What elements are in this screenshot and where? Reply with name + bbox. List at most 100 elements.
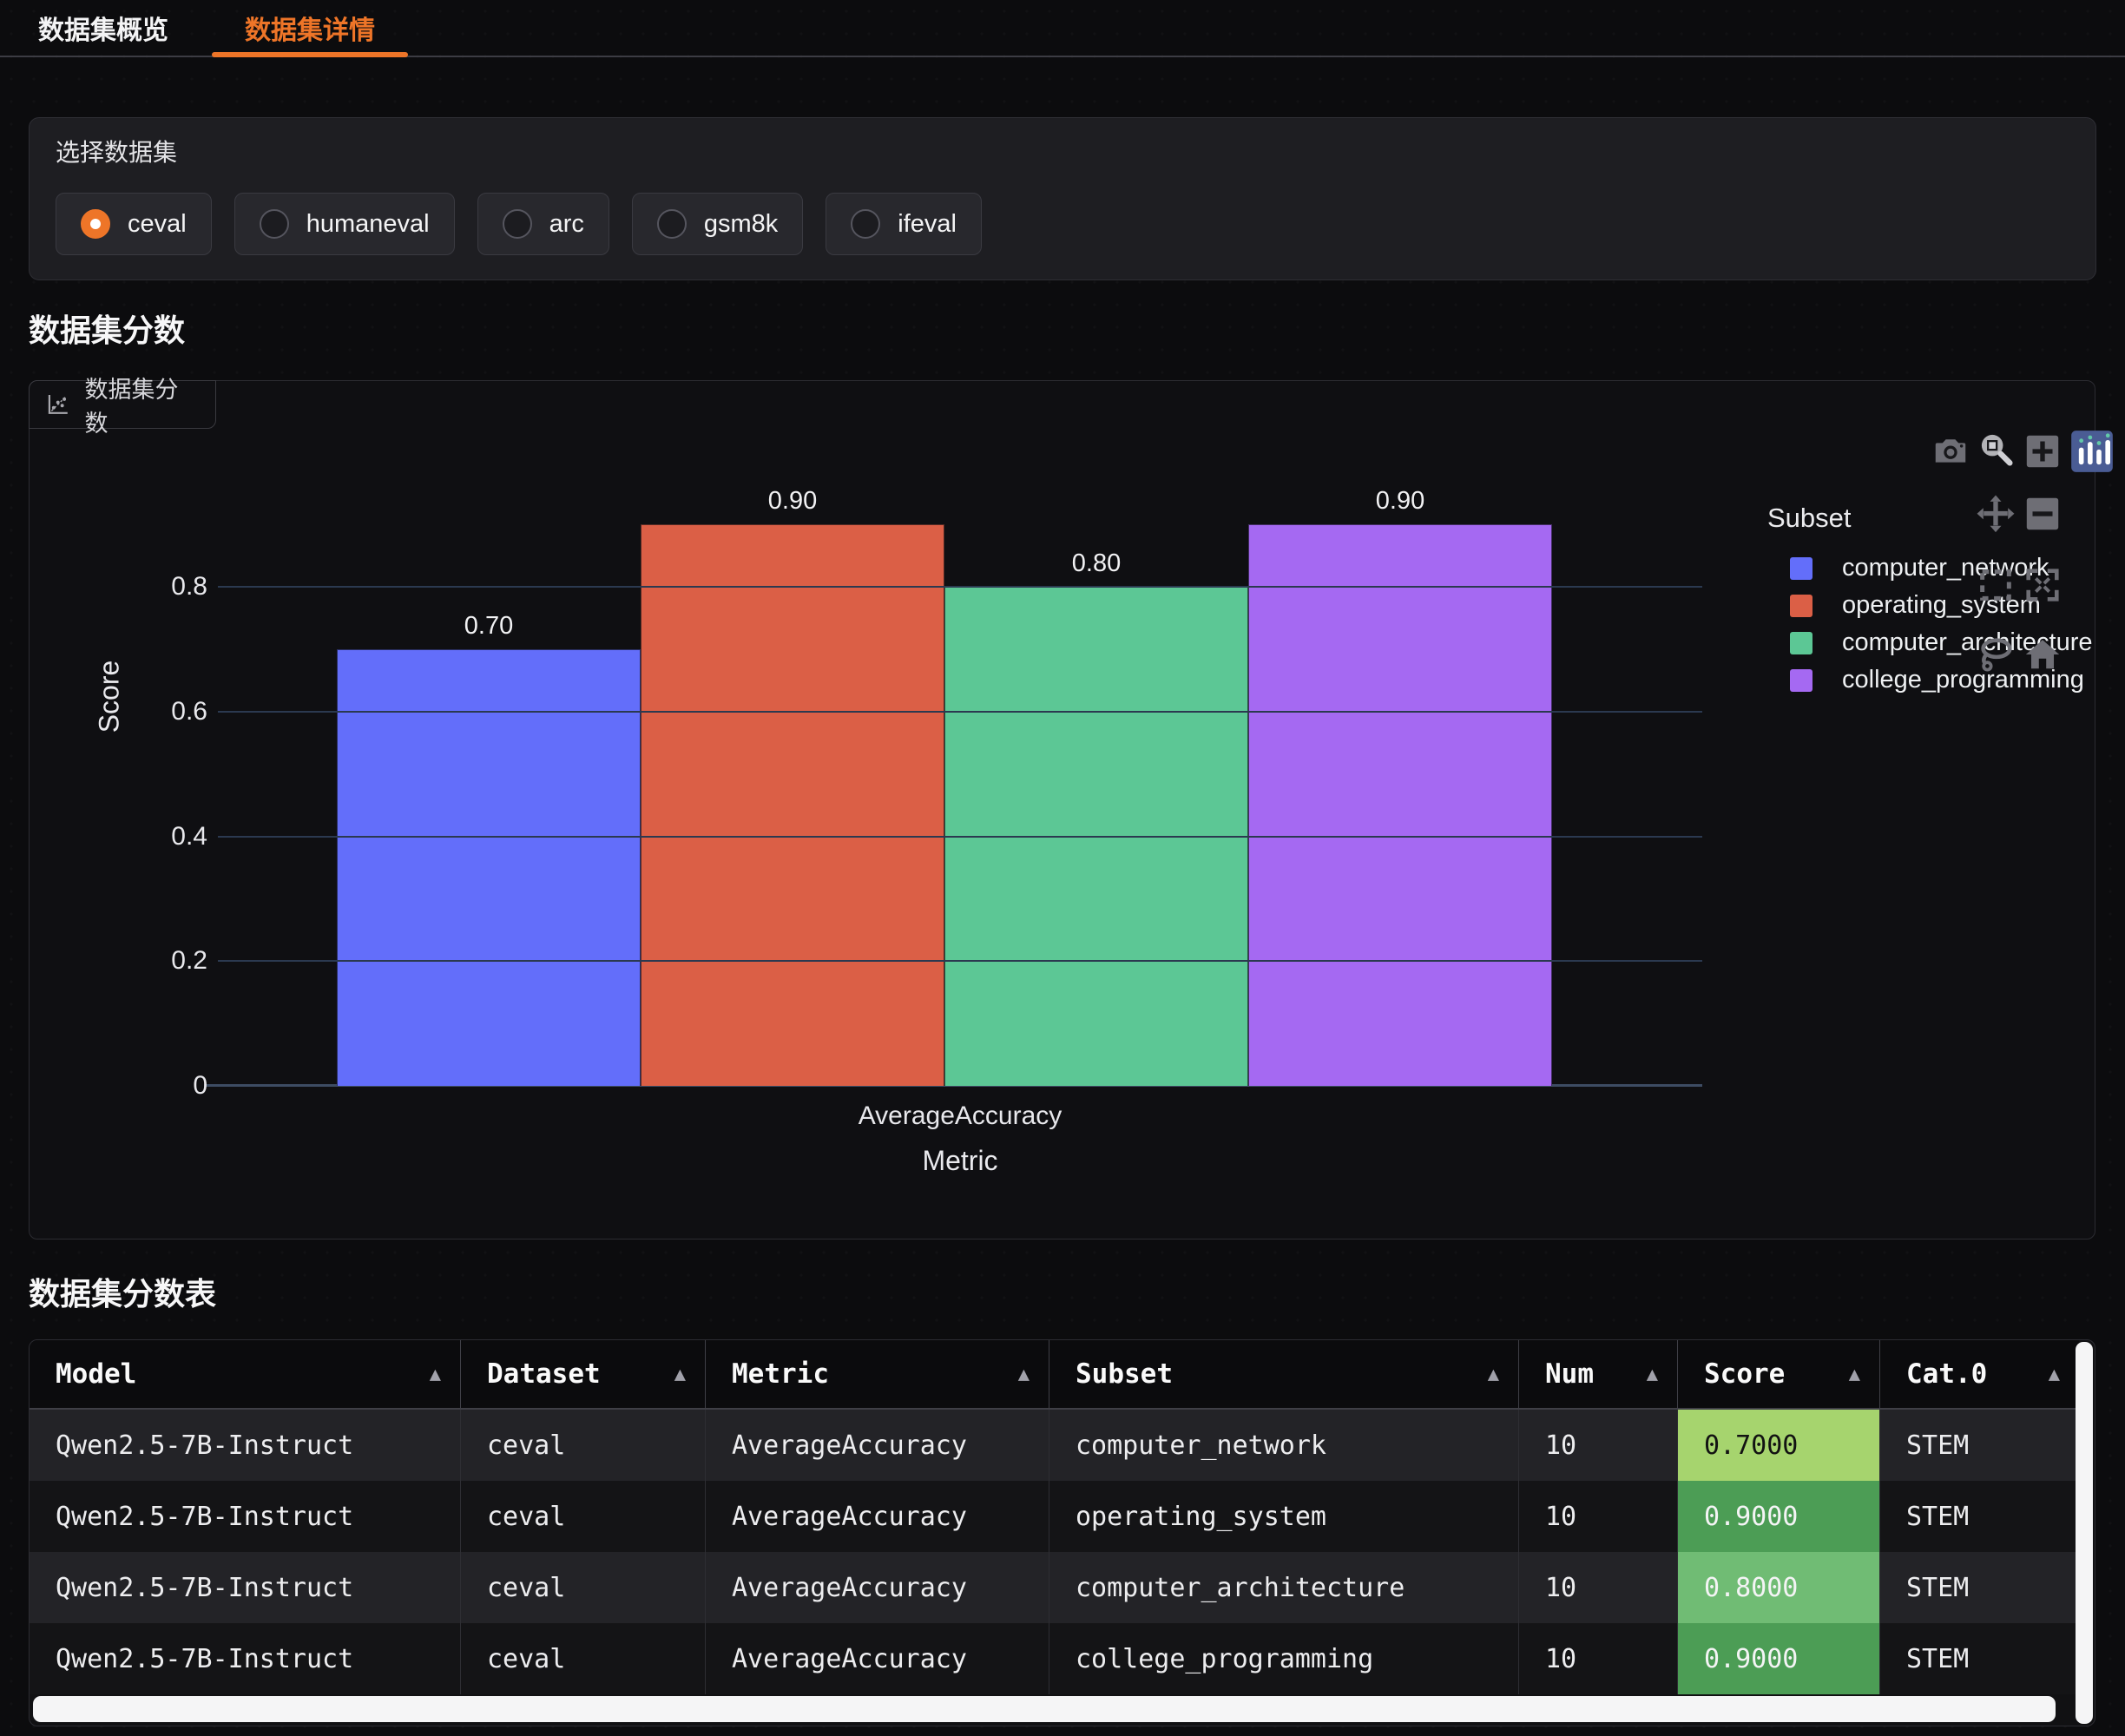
radio-label: arc (549, 210, 584, 239)
table-row: Qwen2.5-7B-InstructcevalAverageAccuracyo… (30, 1481, 2079, 1552)
modebar-select-icon[interactable] (1976, 565, 2016, 605)
tab-dataset-overview[interactable]: 数据集概览 (0, 0, 207, 56)
modebar-home-icon[interactable] (2023, 635, 2062, 674)
app-root: { "tabs": [ { "label": "数据集概览", "active"… (0, 0, 2125, 1736)
table-cell[interactable]: STEM (1880, 1481, 2079, 1552)
radio-label: ifeval (898, 210, 957, 239)
table-cell[interactable]: 10 (1519, 1410, 1678, 1481)
plot-area: 0.700.900.800.90 AverageAccuracy Metric … (218, 487, 1702, 1086)
table-cell[interactable]: 10 (1519, 1623, 1678, 1694)
sort-arrow-icon: ▲ (1849, 1364, 1860, 1385)
radio-label: humaneval (306, 210, 430, 239)
y-tick-label: 0.4 (171, 822, 207, 852)
bar-computer_network: 0.70 (337, 649, 641, 1086)
table-cell[interactable]: AverageAccuracy (706, 1623, 1049, 1694)
bar-value-label: 0.80 (1072, 549, 1121, 578)
dataset-radio-humaneval[interactable]: humaneval (234, 193, 455, 255)
tab-bar: 数据集概览 数据集详情 (0, 0, 2125, 57)
table-cell[interactable]: Qwen2.5-7B-Instruct (30, 1481, 461, 1552)
sort-arrow-icon: ▲ (1488, 1364, 1499, 1385)
score-section-heading: 数据集分数 (29, 306, 185, 351)
table-cell[interactable]: 10 (1519, 1481, 1678, 1552)
table-cell[interactable]: STEM (1880, 1623, 2079, 1694)
table-cell[interactable]: AverageAccuracy (706, 1552, 1049, 1623)
dataset-radio-group: ceval humaneval arc gsm8k ifeval (56, 193, 2069, 255)
modebar-zoom-out-icon[interactable] (2023, 494, 2062, 534)
table-cell[interactable]: ceval (461, 1481, 706, 1552)
table-cell[interactable]: Qwen2.5-7B-Instruct (30, 1552, 461, 1623)
table-cell[interactable]: 0.8000 (1678, 1552, 1880, 1623)
y-axis-title: Score (93, 661, 125, 733)
table-cell[interactable]: 0.7000 (1678, 1410, 1880, 1481)
table-cell[interactable]: Qwen2.5-7B-Instruct (30, 1623, 461, 1694)
header-label: Subset (1076, 1358, 1173, 1390)
bar-group: 0.700.900.800.90 (337, 524, 1552, 1086)
table-cell[interactable]: operating_system (1049, 1481, 1519, 1552)
sort-arrow-icon: ▲ (1647, 1364, 1658, 1385)
table-cell[interactable]: college_programming (1049, 1623, 1519, 1694)
table-header-row: Model▲Dataset▲Metric▲Subset▲Num▲Score▲Ca… (30, 1340, 2079, 1410)
radio-label: ceval (128, 210, 187, 239)
y-tick-label: 0.6 (171, 697, 207, 727)
dataset-radio-gsm8k[interactable]: gsm8k (632, 193, 803, 255)
y-tick-label: 0.8 (171, 572, 207, 602)
table-cell[interactable]: AverageAccuracy (706, 1481, 1049, 1552)
dataset-radio-ifeval[interactable]: ifeval (826, 193, 982, 255)
header-label: Dataset (487, 1358, 601, 1390)
modebar-zoom-icon[interactable] (1976, 429, 2016, 469)
modebar-lasso-icon[interactable] (1976, 635, 2016, 674)
dataset-radio-ceval[interactable]: ceval (56, 193, 212, 255)
legend-swatch-icon (1790, 632, 1812, 654)
table-cell[interactable]: ceval (461, 1552, 706, 1623)
chart-label-chip: 数据集分数 (29, 380, 216, 429)
header-label: Metric (732, 1358, 829, 1390)
table-cell[interactable]: 10 (1519, 1552, 1678, 1623)
table-cell[interactable]: AverageAccuracy (706, 1410, 1049, 1481)
radio-circle-icon (657, 209, 687, 239)
table-cell[interactable]: ceval (461, 1623, 706, 1694)
radio-circle-icon (81, 209, 110, 239)
modebar-autoscale-icon[interactable] (2023, 565, 2062, 605)
legend-item-label: computer_network (1842, 554, 2049, 582)
table-cell[interactable]: computer_network (1049, 1410, 1519, 1481)
table-header-model[interactable]: Model▲ (30, 1340, 461, 1408)
modebar-logo-icon[interactable] (2069, 429, 2115, 474)
score-table-card: Model▲Dataset▲Metric▲Subset▲Num▲Score▲Ca… (29, 1339, 2095, 1726)
modebar-camera-icon[interactable] (1931, 431, 1970, 471)
table-header-num[interactable]: Num ▲ (1519, 1340, 1678, 1408)
gridline (218, 960, 1702, 962)
bar-value-label: 0.90 (768, 487, 817, 516)
table-horizontal-scrollbar[interactable] (33, 1696, 2056, 1722)
modebar-zoom-in-icon[interactable] (2023, 431, 2062, 471)
table-cell[interactable]: ceval (461, 1410, 706, 1481)
table-cell[interactable]: STEM (1880, 1410, 2079, 1481)
table-header-subset[interactable]: Subset ▲ (1049, 1340, 1519, 1408)
table-cell[interactable]: 0.9000 (1678, 1623, 1880, 1694)
table-header-score[interactable]: Score▲ (1678, 1340, 1880, 1408)
table-cell[interactable]: computer_architecture (1049, 1552, 1519, 1623)
radio-label: gsm8k (704, 210, 778, 239)
table-header-cat-0[interactable]: Cat.0▲ (1880, 1340, 2079, 1408)
table-vertical-scrollbar[interactable] (2076, 1342, 2093, 1724)
x-axis-title: Metric (218, 1145, 1702, 1177)
dataset-selector-label: 选择数据集 (56, 134, 2069, 168)
table-body: Qwen2.5-7B-InstructcevalAverageAccuracyc… (30, 1410, 2079, 1694)
bar-college_programming: 0.90 (1248, 524, 1552, 1086)
table-cell[interactable]: STEM (1880, 1552, 2079, 1623)
tab-dataset-details[interactable]: 数据集详情 (207, 0, 413, 56)
score-value: 0.7000 (1678, 1410, 1879, 1481)
table-row: Qwen2.5-7B-InstructcevalAverageAccuracyc… (30, 1623, 2079, 1694)
table-cell[interactable]: 0.9000 (1678, 1481, 1880, 1552)
sort-arrow-icon: ▲ (2049, 1364, 2060, 1385)
score-chart-card: 数据集分数 0.700.900.800.90 AverageAccuracy M… (29, 380, 2095, 1240)
dataset-radio-arc[interactable]: arc (477, 193, 609, 255)
radio-circle-icon (260, 209, 289, 239)
y-tick-label: 0 (193, 1071, 207, 1101)
table-header-dataset[interactable]: Dataset▲ (461, 1340, 706, 1408)
dataset-selector-panel: 选择数据集 ceval humaneval arc gsm8k ifeval (29, 117, 2096, 280)
header-label: Num (1545, 1358, 1594, 1390)
table-header-metric[interactable]: Metric▲ (706, 1340, 1049, 1408)
table-cell[interactable]: Qwen2.5-7B-Instruct (30, 1410, 461, 1481)
table-row: Qwen2.5-7B-InstructcevalAverageAccuracyc… (30, 1552, 2079, 1623)
modebar-pan-icon[interactable] (1976, 494, 2016, 534)
